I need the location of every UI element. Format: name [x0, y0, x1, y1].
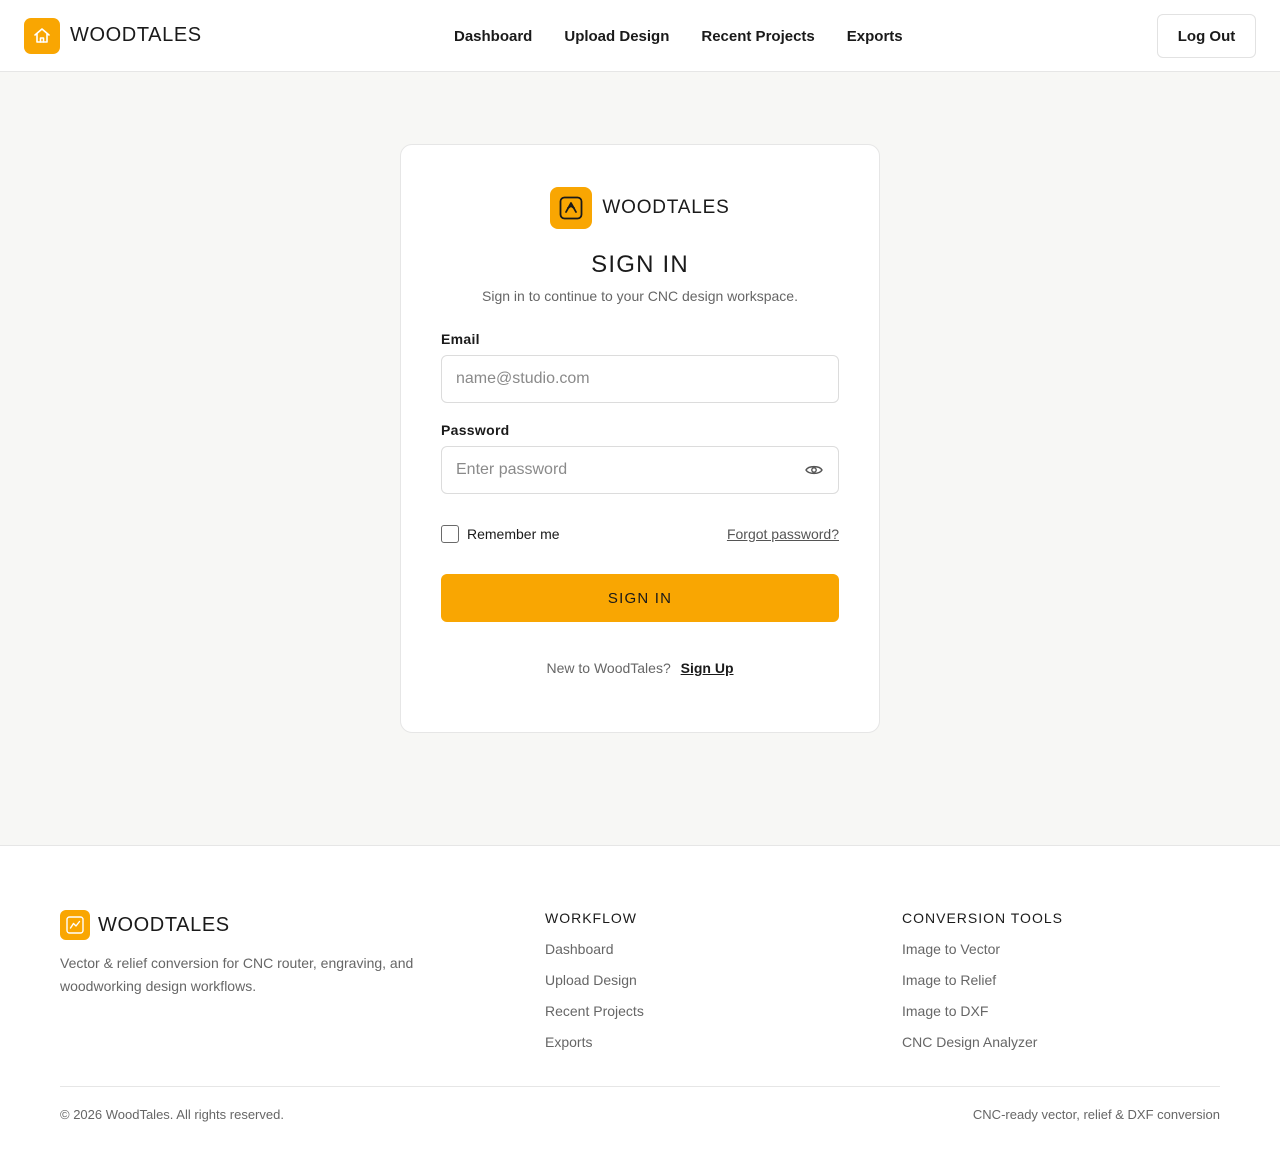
nav-upload-design[interactable]: Upload Design: [564, 28, 669, 45]
password-input[interactable]: [441, 446, 839, 494]
email-field-wrapper: [441, 355, 839, 403]
footer-heading-workflow: WORKFLOW: [545, 910, 637, 926]
signin-card: WOODTALES SIGN IN Sign in to continue to…: [400, 144, 880, 733]
footer-link-image-to-dxf[interactable]: Image to DXF: [902, 1003, 1063, 1019]
footer-description: Vector & relief conversion for CNC route…: [60, 955, 414, 994]
email-input[interactable]: [441, 355, 839, 403]
chart-frame-icon: [60, 910, 90, 940]
signin-subtitle: Sign in to continue to your CNC design w…: [482, 288, 798, 304]
footer-copyright: © 2026 WoodTales. All rights reserved.: [60, 1107, 284, 1122]
footer-brand[interactable]: WOODTALES: [60, 910, 230, 940]
footer-brand-name: WOODTALES: [98, 913, 230, 936]
footer-link-upload-design[interactable]: Upload Design: [545, 972, 644, 988]
nav-dashboard[interactable]: Dashboard: [454, 28, 532, 45]
eye-icon[interactable]: [805, 462, 823, 478]
logout-button[interactable]: Log Out: [1157, 14, 1256, 58]
house-icon: [24, 17, 60, 54]
remember-me-label: Remember me: [467, 526, 560, 542]
footer-link-dashboard[interactable]: Dashboard: [545, 941, 644, 957]
header-brand[interactable]: WOODTALES: [24, 17, 202, 54]
footer-divider: [60, 1086, 1220, 1087]
forgot-password-link[interactable]: Forgot password?: [727, 526, 839, 542]
remember-me[interactable]: Remember me: [441, 525, 560, 543]
signin-brand-name: WOODTALES: [602, 197, 730, 218]
footer-col-conversion-tools: CONVERSION TOOLS Image to Vector Image t…: [902, 910, 1063, 1065]
main-area: WOODTALES SIGN IN Sign in to continue to…: [0, 72, 1280, 846]
signin-button[interactable]: SIGN IN: [441, 574, 839, 622]
new-user-text: New to WoodTales?: [546, 660, 671, 676]
top-header: WOODTALES Dashboard Upload Design Recent…: [0, 0, 1280, 72]
footer-link-image-to-vector[interactable]: Image to Vector: [902, 941, 1063, 957]
password-field-wrapper: [441, 446, 839, 494]
footer-link-image-to-relief[interactable]: Image to Relief: [902, 972, 1063, 988]
footer-link-recent-projects[interactable]: Recent Projects: [545, 1003, 644, 1019]
main-nav: Dashboard Upload Design Recent Projects …: [454, 0, 903, 72]
footer-col-workflow: WORKFLOW Dashboard Upload Design Recent …: [545, 910, 644, 1065]
footer-heading-conversion-tools: CONVERSION TOOLS: [902, 910, 1063, 926]
site-footer: WOODTALES Vector & relief conversion for…: [0, 846, 1280, 1154]
nav-exports[interactable]: Exports: [847, 28, 903, 45]
footer-link-cnc-design-analyzer[interactable]: CNC Design Analyzer: [902, 1034, 1063, 1050]
pen-frame-icon: [550, 187, 593, 229]
signup-row: New to WoodTales? Sign Up: [441, 660, 839, 676]
email-label: Email: [441, 331, 480, 347]
nav-recent-projects[interactable]: Recent Projects: [701, 28, 814, 45]
signin-card-brand: WOODTALES: [441, 187, 839, 229]
footer-link-exports[interactable]: Exports: [545, 1034, 644, 1050]
footer-tagline: CNC-ready vector, relief & DXF conversio…: [972, 1107, 1220, 1122]
remember-me-checkbox[interactable]: [441, 525, 459, 543]
signup-link[interactable]: Sign Up: [681, 660, 734, 676]
signin-title: SIGN IN: [591, 251, 689, 278]
signin-options-row: Remember me Forgot password?: [441, 525, 839, 543]
password-label: Password: [441, 422, 510, 438]
header-brand-name: WOODTALES: [70, 24, 202, 46]
